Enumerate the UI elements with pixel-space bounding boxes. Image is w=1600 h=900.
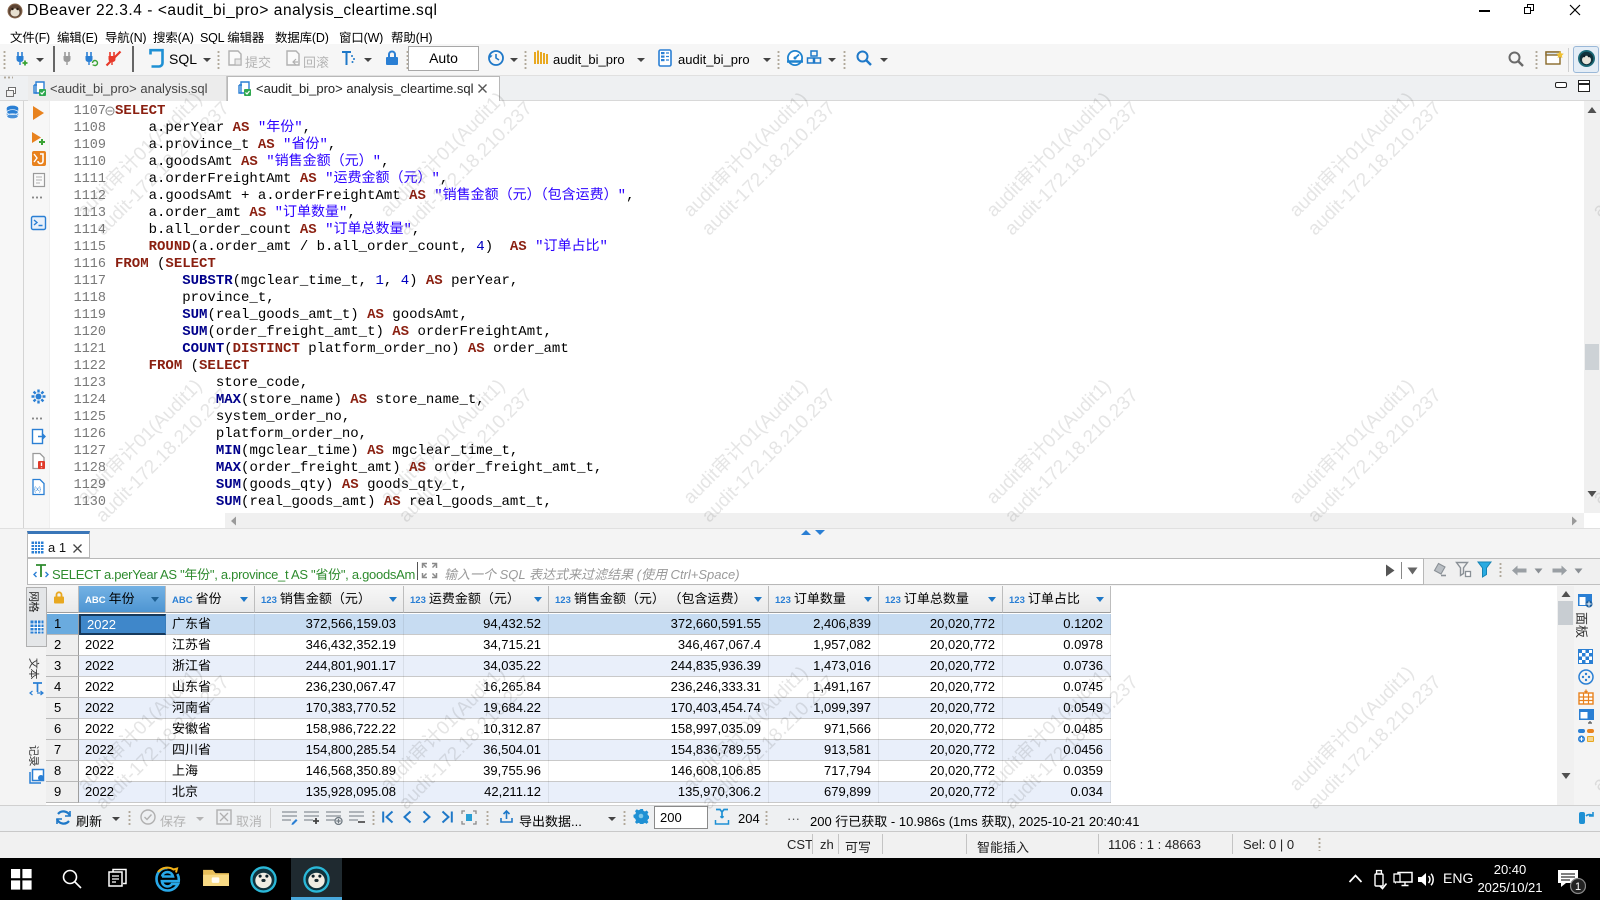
svg-text:1: 1 [1575, 881, 1581, 893]
svg-text:{x}: {x} [34, 487, 41, 493]
